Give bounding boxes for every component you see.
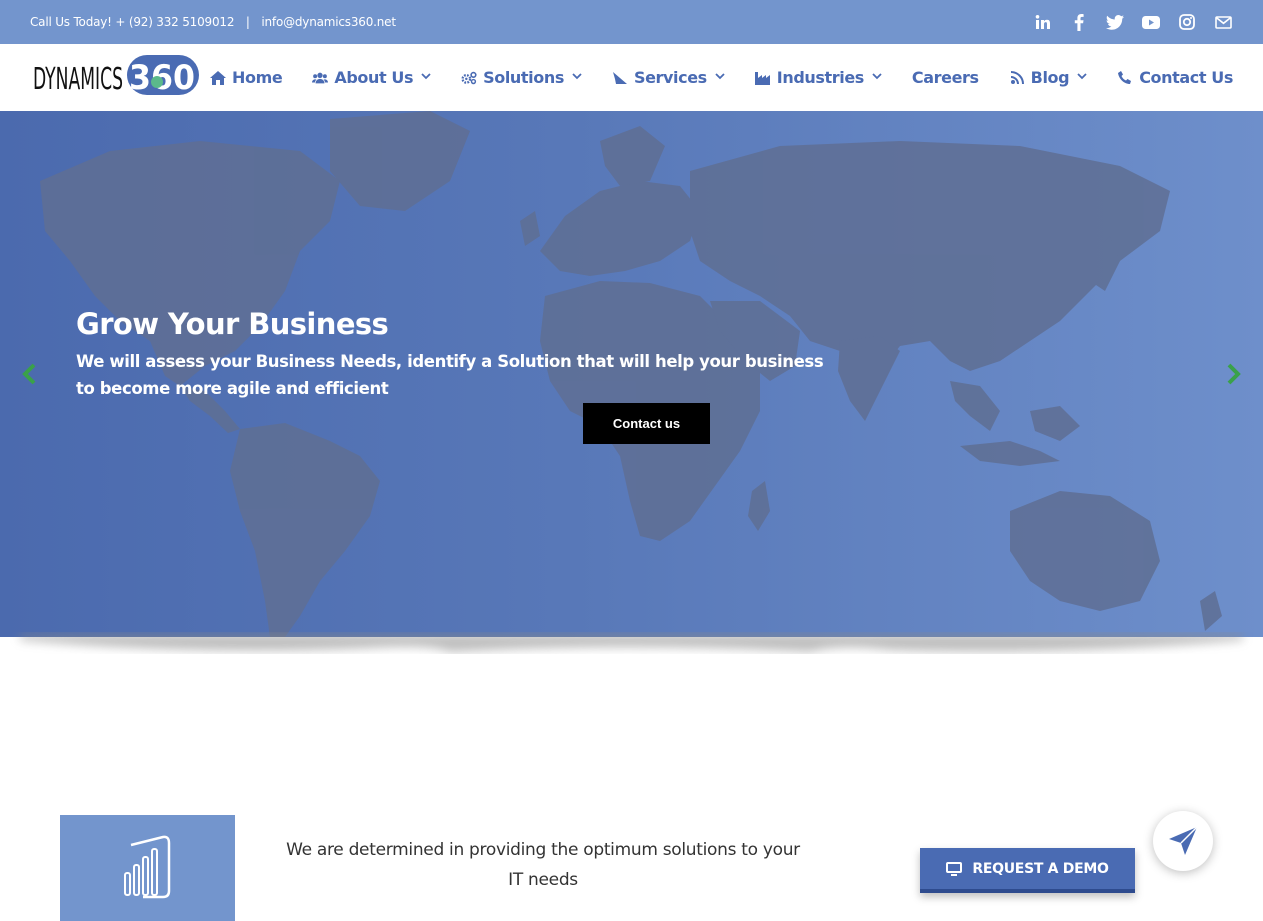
power-bi-tile[interactable]	[60, 815, 235, 921]
nav-label: Contact Us	[1139, 68, 1233, 87]
chevron-down-icon	[1077, 72, 1087, 83]
nav-label: Industries	[776, 68, 865, 87]
dynamics360-logo[interactable]: DYNAMICS 360	[33, 55, 199, 98]
request-demo-button[interactable]: REQUEST A DEMO	[920, 848, 1135, 893]
chevron-down-icon	[572, 72, 582, 83]
desktop-icon	[946, 861, 963, 876]
hero-shadow	[20, 634, 1243, 652]
chevron-down-icon	[715, 72, 725, 83]
twitter-icon[interactable]	[1105, 12, 1125, 32]
nav-label: Careers	[911, 68, 979, 87]
social-links	[1033, 12, 1233, 32]
power-bi-icon	[123, 835, 170, 899]
nav-about-us[interactable]: About Us	[297, 44, 446, 111]
separator: |	[245, 15, 250, 29]
nav-blog[interactable]: Blog	[994, 44, 1103, 111]
send-arrow-icon	[1169, 826, 1198, 855]
request-demo-label: REQUEST A DEMO	[972, 860, 1109, 877]
main-header: DYNAMICS 360 Home About Us Solutions Ser…	[0, 44, 1263, 111]
nav-label: Solutions	[483, 68, 564, 87]
nav-solutions[interactable]: Solutions	[446, 44, 597, 111]
facebook-icon[interactable]	[1069, 12, 1089, 32]
nav-label: About Us	[334, 68, 414, 87]
cogs-icon	[461, 70, 477, 86]
nav-contact-us[interactable]: Contact Us	[1102, 44, 1233, 111]
nav-label: Home	[232, 68, 283, 87]
users-icon	[312, 70, 329, 86]
mission-statement: We are determined in providing the optim…	[286, 840, 800, 890]
slider-next-arrow-icon[interactable]	[1225, 363, 1241, 385]
rss-icon	[1009, 70, 1025, 86]
nav-industries[interactable]: Industries	[740, 44, 897, 111]
linkedin-icon[interactable]	[1033, 12, 1053, 32]
svg-text:DYNAMICS: DYNAMICS	[33, 62, 123, 97]
mail-icon[interactable]	[1213, 12, 1233, 32]
industry-icon	[754, 70, 771, 86]
phone-icon	[1117, 70, 1133, 86]
nav-label: Blog	[1030, 68, 1070, 87]
top-contact-info: Call Us Today! + (92) 332 5109012 | info…	[30, 15, 396, 29]
nav-home[interactable]: Home	[195, 44, 297, 111]
nav-services[interactable]: Services	[597, 44, 740, 111]
chevron-down-icon	[421, 72, 431, 83]
top-bar: Call Us Today! + (92) 332 5109012 | info…	[0, 0, 1263, 44]
chat-send-fab[interactable]	[1153, 811, 1213, 871]
home-icon	[210, 70, 227, 86]
instagram-icon[interactable]	[1177, 12, 1197, 32]
chevron-down-icon	[872, 72, 882, 83]
send-icon	[612, 70, 628, 86]
main-nav: Home About Us Solutions Services Industr…	[195, 44, 1233, 111]
nav-label: Services	[633, 68, 707, 87]
nav-careers[interactable]: Careers	[897, 44, 994, 111]
hero-subtitle: We will assess your Business Needs, iden…	[76, 352, 824, 398]
svg-text:360: 360	[129, 58, 195, 97]
slider-prev-arrow-icon[interactable]	[22, 363, 38, 385]
youtube-icon[interactable]	[1141, 12, 1161, 32]
contact-us-button[interactable]: Contact us	[583, 403, 710, 444]
hero-title: Grow Your Business	[76, 307, 389, 341]
phone-text[interactable]: Call Us Today! + (92) 332 5109012	[30, 15, 234, 29]
email-link[interactable]: info@dynamics360.net	[261, 15, 396, 29]
hero-slider: Grow Your Business We will assess your B…	[0, 111, 1263, 637]
